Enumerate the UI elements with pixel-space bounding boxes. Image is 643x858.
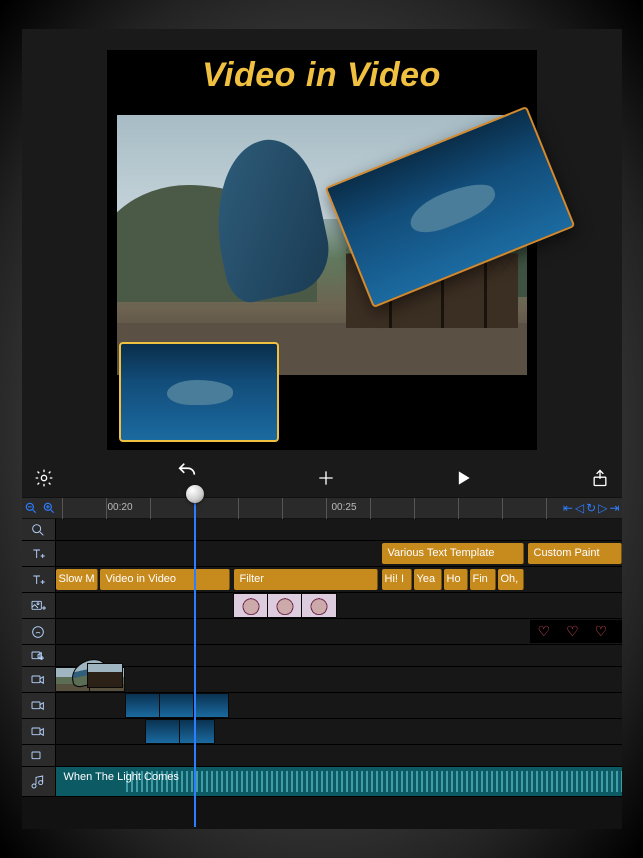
track-head-doodle[interactable] [22, 619, 56, 644]
overlay-title: Video in Video [107, 56, 537, 95]
zoom-out-icon [24, 501, 38, 515]
track-doodle: ♡♡♡ [22, 619, 622, 645]
audio-clip-label: When The Light Comes [64, 771, 179, 783]
image-add-icon [30, 598, 46, 614]
ruler-ticks [62, 498, 562, 520]
clip-text-template[interactable]: Various Text Template [382, 543, 524, 564]
clip-fin[interactable]: Fin [470, 569, 496, 590]
sticker-clip[interactable] [234, 594, 336, 617]
nav-step-back-icon[interactable]: ◁ [575, 500, 584, 516]
heart-icon: ♡ [558, 623, 587, 640]
video-add-icon [30, 748, 46, 764]
nav-step-fwd-icon[interactable]: ▷ [598, 500, 607, 516]
plus-icon [316, 468, 336, 488]
video-add-icon [30, 672, 46, 688]
main-toolbar [22, 459, 622, 497]
clip-ho[interactable]: Ho [444, 569, 468, 590]
play-button[interactable] [441, 459, 485, 497]
audio-clip[interactable]: When The Light Comes [56, 767, 622, 796]
heart-icon: ♡ [530, 623, 559, 640]
pip2-clip[interactable] [146, 720, 214, 743]
track-main-video [22, 667, 622, 693]
text-add-icon [30, 546, 46, 562]
clip-filter[interactable]: Filter [234, 569, 378, 590]
pip1-clip[interactable] [126, 694, 228, 717]
share-icon [590, 468, 610, 488]
track-titles: Slow M Video in Video Filter Hi! I Yea H… [22, 567, 622, 593]
music-icon [30, 774, 46, 790]
ruler-nav: ⇤ ◁ ↻ ▷ ⇥ [563, 500, 620, 516]
ruler-time-2: 00:25 [332, 502, 357, 513]
clip-yea[interactable]: Yea [414, 569, 442, 590]
preview-area: Video in Video [22, 29, 622, 459]
video-add-icon [30, 648, 46, 664]
ruler-time-1: 00:20 [108, 502, 133, 513]
video-add-icon [30, 698, 46, 714]
track-audio: When The Light Comes [22, 767, 622, 797]
clip-hi[interactable]: Hi! I [382, 569, 412, 590]
track-head-main[interactable] [22, 667, 56, 692]
track-sticker [22, 593, 622, 619]
nav-loop-icon[interactable]: ↻ [586, 500, 596, 516]
share-button[interactable] [578, 459, 622, 497]
add-button[interactable] [304, 459, 348, 497]
undo-icon [176, 460, 198, 482]
track-head-pip2[interactable] [22, 719, 56, 744]
track-head-sticker[interactable] [22, 593, 56, 618]
zoom-in-button[interactable] [42, 501, 58, 517]
main-video-clip[interactable] [56, 668, 124, 691]
text-add-icon [30, 572, 46, 588]
zoom-out-button[interactable] [24, 501, 40, 517]
track-head-pip1[interactable] [22, 693, 56, 718]
track-head-zoom[interactable] [22, 519, 56, 540]
track-head-spare[interactable] [22, 745, 56, 766]
app-frame: Video in Video [22, 29, 622, 829]
clip-oh[interactable]: Oh, [498, 569, 524, 590]
heart-icon: ♡ [587, 623, 616, 640]
draw-icon [30, 624, 46, 640]
zoom-in-icon [42, 501, 56, 515]
track-head-audio[interactable] [22, 767, 56, 796]
playhead[interactable] [194, 487, 196, 827]
nav-next-keyframe-icon[interactable]: ⇥ [609, 500, 619, 516]
track-head-overlay-a[interactable] [22, 645, 56, 666]
track-pip-1 [22, 693, 622, 719]
track-pip-2 [22, 719, 622, 745]
nav-prev-keyframe-icon[interactable]: ⇤ [563, 500, 573, 516]
time-ruler[interactable]: 00:20 00:25 ⇤ ◁ ↻ ▷ ⇥ [22, 497, 622, 519]
clip-custom-paint[interactable]: Custom Paint [528, 543, 622, 564]
track-head-text1[interactable] [22, 541, 56, 566]
pip-overlay-2[interactable] [119, 342, 279, 442]
track-spare [22, 745, 622, 767]
magnifier-icon [30, 522, 46, 538]
track-head-text2[interactable] [22, 567, 56, 592]
clip-slow[interactable]: Slow M [56, 569, 98, 590]
settings-button[interactable] [22, 459, 66, 497]
timeline[interactable]: Various Text Template Custom Paint Slow … [22, 519, 622, 829]
clip-video-in-video[interactable]: Video in Video [100, 569, 230, 590]
video-canvas[interactable]: Video in Video [107, 50, 537, 450]
track-text-templates: Various Text Template Custom Paint [22, 541, 622, 567]
doodle-clip[interactable]: ♡♡♡ [530, 620, 622, 643]
play-icon [453, 468, 473, 488]
gear-icon [34, 468, 54, 488]
video-add-icon [30, 724, 46, 740]
track-zoom [22, 519, 622, 541]
